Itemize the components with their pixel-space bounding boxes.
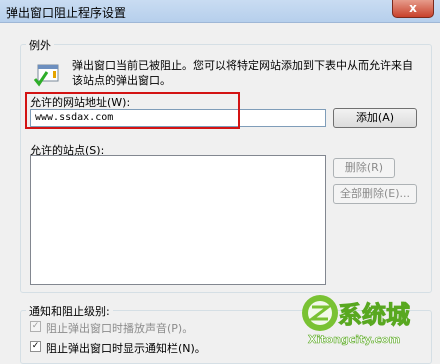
remove-button[interactable]: 删除(R) (333, 158, 395, 178)
title-bar: 弹出窗口阻止程序设置 x (0, 0, 440, 23)
add-button[interactable]: 添加(A) (333, 108, 417, 128)
info-text: 弹出窗口当前已被阻止。您可以将特定网站添加到下表中从而允许来自该站点的弹出窗口。 (72, 59, 413, 87)
window-title: 弹出窗口阻止程序设置 (6, 6, 127, 20)
popup-blocked-icon (34, 64, 59, 87)
remove-all-button[interactable]: 全部删除(E)... (333, 184, 417, 204)
close-button[interactable]: x (392, 0, 434, 18)
play-sound-checkbox[interactable]: ✓ (30, 321, 41, 332)
notify-group-label: 通知和阻止级别: (26, 303, 113, 319)
watermark-text: 系统城 (338, 301, 410, 329)
watermark-logo: 系统城 Xitongcity.com (302, 295, 411, 346)
show-bar-checkbox[interactable]: ✓ (30, 341, 41, 352)
show-bar-label: 阻止弹出窗口时显示通知栏(N)。 (46, 342, 206, 355)
allowed-address-label: 允许的网站地址(W): (30, 96, 131, 109)
exceptions-group-label: 例外 (26, 37, 54, 53)
watermark-subtext: Xitongcity.com (308, 333, 400, 346)
close-icon: x (409, 1, 417, 15)
play-sound-label: 阻止弹出窗口时播放声音(P)。 (46, 322, 194, 335)
allowed-address-input[interactable]: www.ssdax.com (30, 109, 326, 127)
allowed-sites-list[interactable] (30, 155, 326, 285)
